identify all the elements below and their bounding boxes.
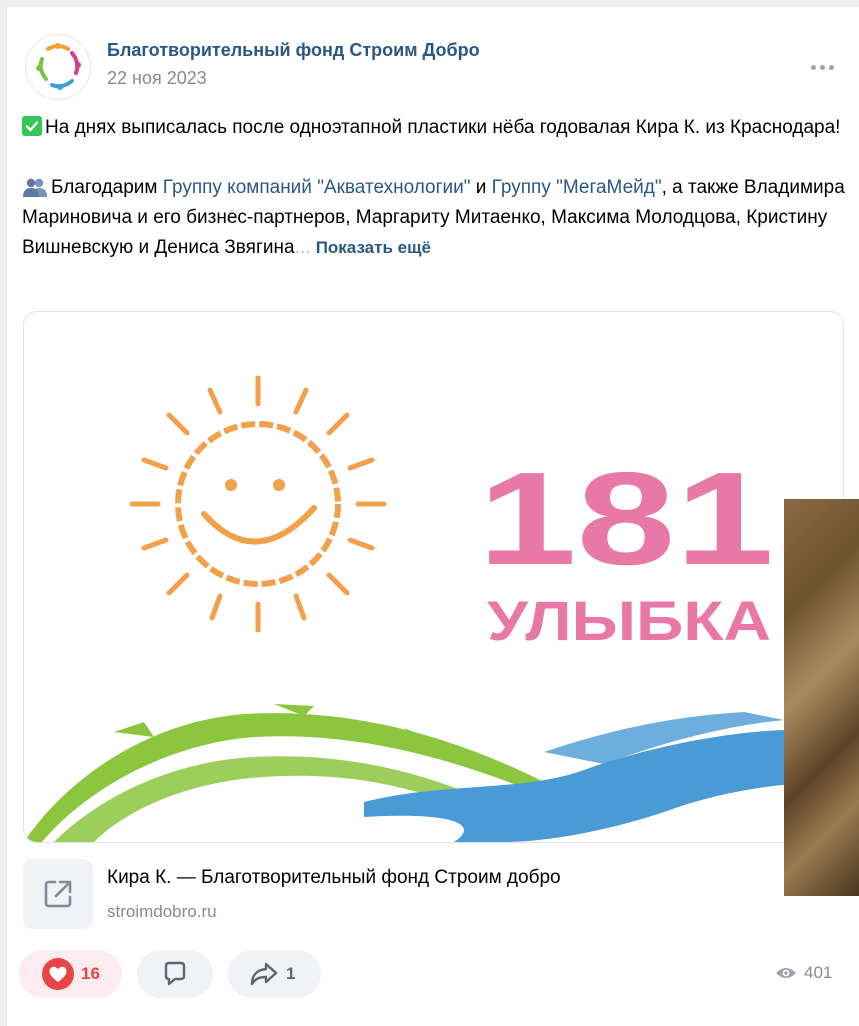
post-card: Благотворительный фонд Строим Добро 22 н… — [6, 6, 859, 1026]
community-logo-icon — [36, 43, 81, 90]
comment-button[interactable] — [137, 950, 213, 998]
link-title[interactable]: Кира К. — Благотворительный фонд Строим … — [107, 867, 561, 889]
eye-icon — [776, 968, 796, 978]
views-counter: 401 — [775, 963, 832, 983]
banner-word: УЛЫБКА — [487, 589, 771, 652]
post-text: На днях выписалась после одноэтапной пла… — [22, 113, 847, 263]
link-aquatech[interactable]: Группу компаний "Акватехнологии" — [163, 177, 471, 198]
link-domain[interactable]: stroimdobro.ru — [107, 902, 217, 922]
views-count: 401 — [804, 963, 833, 982]
share-icon — [250, 962, 278, 986]
community-name-link[interactable]: Благотворительный фонд Строим Добро — [107, 40, 480, 61]
like-count: 16 — [81, 964, 100, 983]
post-image[interactable]: 181 УЛЫБКА — [23, 311, 844, 843]
check-mark-emoji-icon — [22, 116, 42, 136]
sun-icon — [129, 375, 387, 633]
smile-banner-graphic: 181 УЛЫБКА — [24, 375, 843, 842]
external-link-icon — [23, 859, 93, 929]
like-button[interactable]: 16 — [19, 950, 122, 998]
text-fade: ... — [294, 237, 311, 258]
show-more-button[interactable]: Показать ещё — [316, 238, 431, 257]
blue-wave-decoration — [364, 712, 843, 842]
overlapping-photo — [784, 499, 859, 896]
more-options-icon[interactable] — [802, 57, 842, 77]
link-megamaid[interactable]: Группу "МегаМейд" — [492, 177, 662, 198]
post-date[interactable]: 22 ноя 2023 — [107, 68, 207, 89]
heart-icon — [42, 958, 74, 990]
post-paragraph-2: Благодарим Группу компаний "Акватехнолог… — [22, 177, 845, 258]
share-count: 1 — [286, 964, 296, 983]
banner-number: 181 — [478, 445, 774, 592]
link-attachment[interactable]: Кира К. — Благотворительный фонд Строим … — [23, 857, 823, 932]
people-emoji-icon — [23, 178, 47, 197]
share-button[interactable]: 1 — [228, 950, 321, 998]
comment-icon — [164, 961, 186, 986]
post-paragraph-1: На днях выписалась после одноэтапной пла… — [22, 113, 847, 143]
community-avatar[interactable] — [25, 34, 91, 100]
